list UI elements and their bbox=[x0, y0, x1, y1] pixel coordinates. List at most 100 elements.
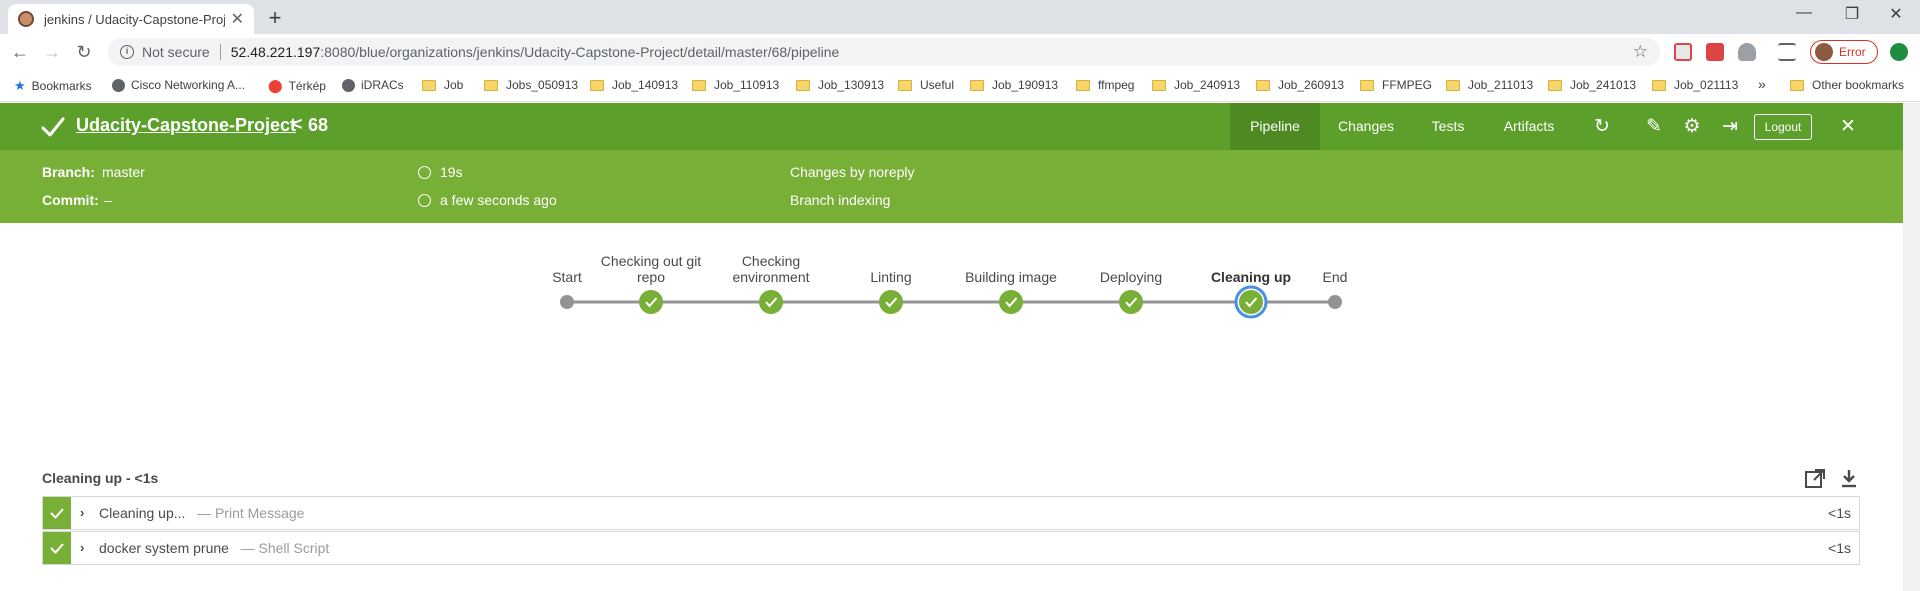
open-log-external-icon[interactable] bbox=[1804, 468, 1826, 490]
bookmark-item[interactable]: Job_240913 bbox=[1152, 78, 1240, 92]
branch-value: master bbox=[102, 164, 145, 180]
bookmark-item[interactable]: ⬤ Térkép bbox=[268, 78, 326, 94]
bookmark-item[interactable]: Job_260913 bbox=[1256, 78, 1344, 92]
pdf-extension-icon[interactable] bbox=[1674, 43, 1692, 61]
bookmark-label: Térkép bbox=[288, 79, 326, 93]
bookmark-item[interactable]: ★ Bookmarks bbox=[14, 78, 92, 94]
bookmark-item[interactable]: FFMPEG bbox=[1360, 78, 1432, 92]
success-check-icon bbox=[41, 117, 65, 137]
sign-in-classic-icon[interactable]: ⇥ bbox=[1720, 117, 1740, 137]
tab-pipeline[interactable]: Pipeline bbox=[1230, 103, 1320, 150]
minimize-window-icon[interactable]: — bbox=[1784, 4, 1824, 22]
bookmark-item[interactable]: Job_211013 bbox=[1446, 78, 1533, 92]
update-icon[interactable] bbox=[1890, 43, 1908, 61]
bookmarks-overflow-button[interactable]: » bbox=[1758, 76, 1766, 92]
pipeline-node-checking-out-git-repo[interactable] bbox=[639, 290, 663, 314]
tab-tests[interactable]: Tests bbox=[1412, 103, 1484, 150]
folder-icon bbox=[422, 79, 436, 91]
bookmark-item[interactable]: Job_021113 bbox=[1652, 78, 1738, 92]
folder-icon bbox=[1256, 79, 1270, 91]
bookmark-star-icon[interactable]: ☆ bbox=[1633, 42, 1648, 62]
bookmark-item[interactable]: iDRACs bbox=[342, 78, 404, 92]
stage-label[interactable]: Linting bbox=[831, 269, 951, 285]
bookmark-label: Job_140913 bbox=[612, 78, 679, 92]
new-tab-icon[interactable]: + bbox=[262, 6, 288, 32]
reading-list-icon[interactable] bbox=[1778, 43, 1796, 61]
folder-icon bbox=[1790, 79, 1804, 91]
pocket-extension-icon[interactable] bbox=[1706, 43, 1724, 61]
stage-label[interactable]: Checking environment bbox=[711, 253, 831, 285]
stage-label[interactable]: Building image bbox=[951, 269, 1071, 285]
step-status-success bbox=[43, 497, 71, 529]
tab-changes[interactable]: Changes bbox=[1320, 103, 1412, 150]
run-summary: Branch: master Commit: – 19s a few secon… bbox=[0, 150, 1903, 223]
expand-chevron-icon[interactable]: › bbox=[80, 505, 84, 520]
bookmark-item[interactable]: Job_190913 bbox=[970, 78, 1058, 92]
pipeline-node-building-image[interactable] bbox=[999, 290, 1023, 314]
settings-gear-icon[interactable]: ⚙ bbox=[1682, 117, 1702, 137]
site-info-icon[interactable]: i bbox=[120, 45, 134, 59]
step-type: — Shell Script bbox=[240, 540, 330, 556]
download-log-icon[interactable] bbox=[1838, 468, 1860, 490]
folder-icon bbox=[898, 79, 912, 91]
shield-extension-icon[interactable] bbox=[1738, 43, 1756, 61]
pipeline-node-linting[interactable] bbox=[879, 290, 903, 314]
bookmark-label: Job_021113 bbox=[1674, 78, 1739, 92]
branch-label: Branch: bbox=[42, 164, 95, 180]
pipeline-node-end bbox=[1328, 295, 1342, 309]
bookmark-item[interactable]: Job_130913 bbox=[796, 78, 884, 92]
close-window-icon[interactable]: ✕ bbox=[1876, 4, 1916, 24]
bookmark-item[interactable]: Job bbox=[422, 78, 463, 92]
bookmark-label: FFMPEG bbox=[1382, 78, 1432, 92]
pipeline-node-deploying[interactable] bbox=[1119, 290, 1143, 314]
forward-icon[interactable]: → bbox=[40, 40, 64, 64]
edit-icon[interactable]: ✎ bbox=[1644, 117, 1664, 137]
bookmark-item[interactable]: Cisco Networking A... bbox=[112, 78, 245, 92]
back-icon[interactable]: ← bbox=[8, 40, 32, 64]
pipeline-node-checking-environment[interactable] bbox=[759, 290, 783, 314]
close-icon[interactable]: ✕ bbox=[1838, 117, 1858, 137]
commit-label: Commit: bbox=[42, 192, 99, 208]
step-status-success bbox=[43, 532, 71, 564]
expand-chevron-icon[interactable]: › bbox=[80, 540, 84, 555]
cause-value: Branch indexing bbox=[790, 192, 891, 208]
url-host: 52.48.221.197 bbox=[230, 44, 321, 60]
run-number: 68 bbox=[308, 115, 329, 135]
start-time-value: a few seconds ago bbox=[440, 192, 557, 208]
tab-title: jenkins / Udacity-Capstone-Proje bbox=[44, 11, 225, 27]
other-bookmarks[interactable]: Other bookmarks bbox=[1790, 78, 1904, 92]
stage-label[interactable]: Checking out git repo bbox=[591, 253, 711, 285]
bookmark-label: Job_190913 bbox=[992, 78, 1059, 92]
bookmark-item[interactable]: Useful bbox=[898, 78, 954, 92]
bookmark-item[interactable]: Job_241013 bbox=[1548, 78, 1636, 92]
reload-icon[interactable]: ↻ bbox=[72, 40, 96, 64]
browser-tab-active[interactable]: jenkins / Udacity-Capstone-Proje ✕ bbox=[8, 4, 254, 34]
bookmark-label: Job_110913 bbox=[714, 78, 780, 92]
address-separator bbox=[219, 44, 221, 60]
bookmark-item[interactable]: Jobs_050913 bbox=[484, 78, 578, 92]
tab-artifacts[interactable]: Artifacts bbox=[1484, 103, 1574, 150]
step-row[interactable]: › Cleaning up... — Print Message <1s bbox=[42, 496, 1860, 530]
profile-error-button[interactable]: Error bbox=[1810, 40, 1878, 64]
bookmark-item[interactable]: Job_140913 bbox=[590, 78, 678, 92]
step-row[interactable]: › docker system prune — Shell Script <1s bbox=[42, 531, 1860, 565]
steps-title: Cleaning up - <1s bbox=[42, 470, 159, 486]
duration-value: 19s bbox=[440, 164, 463, 180]
bookmark-item[interactable]: ffmpeg bbox=[1076, 78, 1134, 92]
folder-icon bbox=[1152, 79, 1166, 91]
bookmark-label: Job_240913 bbox=[1174, 78, 1241, 92]
rerun-icon[interactable]: ↻ bbox=[1592, 117, 1612, 137]
bookmark-item[interactable]: Job_110913 bbox=[692, 78, 779, 92]
step-name-wrap: docker system prune — Shell Script bbox=[99, 540, 329, 556]
bookmark-label: Cisco Networking A... bbox=[131, 78, 246, 92]
pipeline-node-cleaning-up[interactable] bbox=[1234, 285, 1268, 319]
page-scrollbar[interactable] bbox=[1903, 103, 1920, 591]
stage-label[interactable]: Deploying bbox=[1071, 269, 1191, 285]
pipeline-node-start bbox=[560, 295, 574, 309]
logout-button[interactable]: Logout bbox=[1754, 114, 1812, 140]
project-link[interactable]: Udacity-Capstone-Project bbox=[76, 115, 296, 136]
restore-window-icon[interactable]: ❐ bbox=[1832, 4, 1872, 24]
address-bar[interactable]: i Not secure 52.48.221.197:8080/blue/org… bbox=[108, 38, 1660, 66]
profile-avatar bbox=[1815, 43, 1833, 61]
tab-close-icon[interactable]: ✕ bbox=[231, 9, 244, 29]
